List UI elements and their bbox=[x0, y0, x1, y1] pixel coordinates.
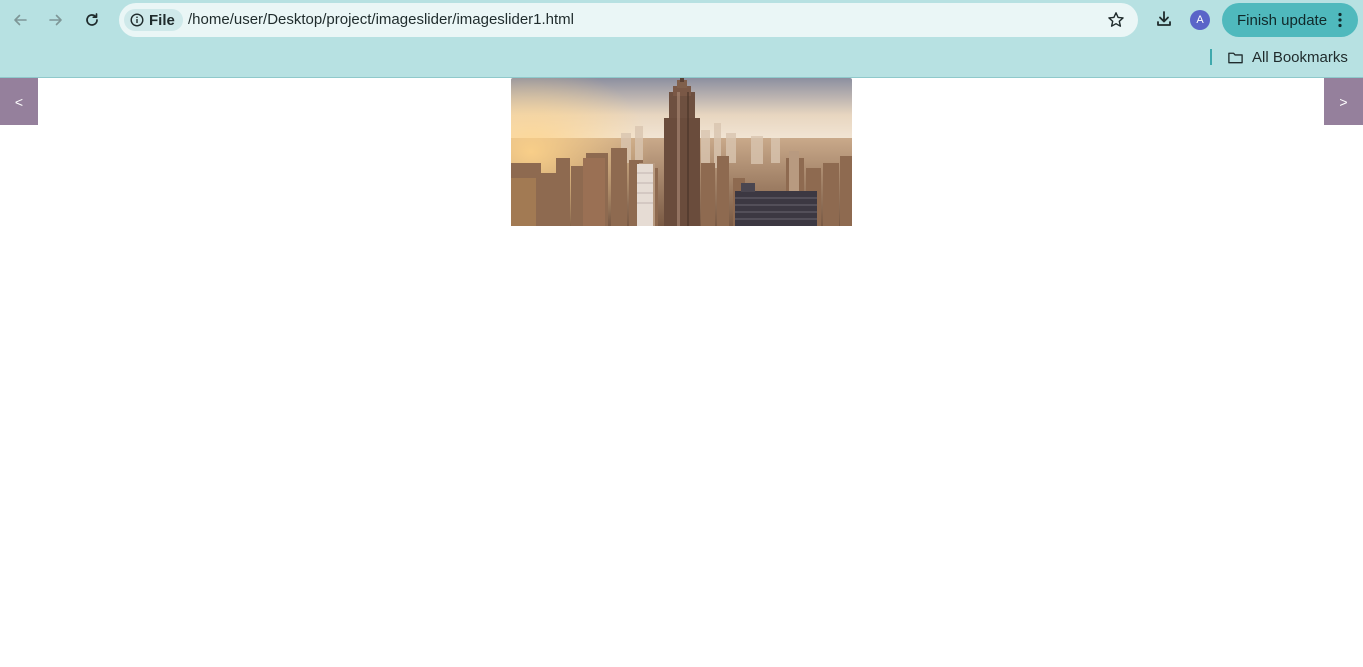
finish-update-button[interactable]: Finish update bbox=[1222, 3, 1358, 37]
city-skyline-image bbox=[511, 78, 852, 226]
prev-arrow-label: < bbox=[14, 93, 24, 110]
avatar-initial: A bbox=[1196, 14, 1204, 26]
slider-prev-button[interactable]: < bbox=[0, 78, 38, 125]
address-bar[interactable]: File /home/user/Desktop/project/imagesli… bbox=[119, 3, 1138, 37]
download-icon bbox=[1157, 11, 1171, 26]
page-content: < > bbox=[0, 78, 1363, 667]
info-icon bbox=[130, 13, 144, 27]
more-options-icon[interactable] bbox=[1332, 12, 1348, 28]
reload-icon bbox=[86, 13, 98, 26]
back-button[interactable] bbox=[6, 6, 34, 34]
arrow-right-icon bbox=[49, 14, 62, 26]
site-info-chip[interactable]: File bbox=[124, 9, 183, 31]
all-bookmarks-button[interactable]: All Bookmarks bbox=[1227, 46, 1348, 68]
finish-update-label: Finish update bbox=[1237, 11, 1328, 29]
bookmark-star-button[interactable] bbox=[1106, 10, 1126, 30]
file-chip-label: File bbox=[149, 11, 175, 29]
arrow-left-icon bbox=[14, 14, 27, 26]
downloads-button[interactable] bbox=[1151, 6, 1177, 32]
url-text[interactable]: /home/user/Desktop/project/imageslider/i… bbox=[188, 11, 574, 28]
reload-button[interactable] bbox=[78, 6, 106, 34]
forward-button[interactable] bbox=[42, 6, 70, 34]
bookmarks-divider bbox=[1210, 49, 1212, 65]
profile-avatar[interactable]: A bbox=[1190, 10, 1210, 30]
slider-next-button[interactable]: > bbox=[1324, 78, 1363, 125]
next-arrow-label: > bbox=[1339, 93, 1348, 110]
browser-toolbar: File /home/user/Desktop/project/imagesli… bbox=[0, 0, 1363, 78]
all-bookmarks-label: All Bookmarks bbox=[1252, 48, 1348, 66]
folder-icon bbox=[1228, 52, 1243, 63]
slide-image bbox=[511, 78, 852, 226]
star-icon bbox=[1108, 12, 1124, 27]
